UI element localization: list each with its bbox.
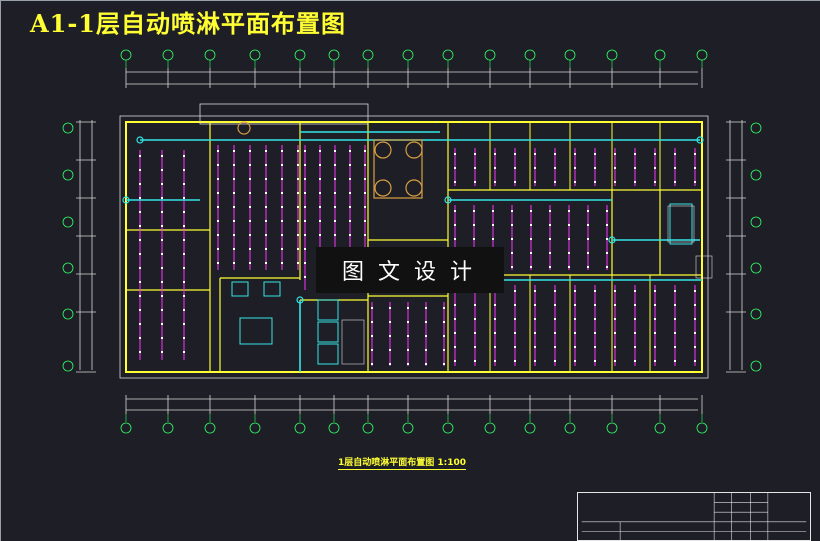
grid-axis-markers-bottom xyxy=(120,414,708,434)
dimension-chain-left xyxy=(76,120,96,373)
dimension-chain-right xyxy=(726,120,746,373)
watermark-banner: 图文设计 xyxy=(316,247,504,293)
grid-axis-markers-left xyxy=(62,122,74,372)
grid-axis-markers-top xyxy=(120,49,708,68)
title-block xyxy=(577,492,811,541)
dimension-chain-bottom xyxy=(125,395,703,414)
drawing-caption: 1层自动喷淋平面布置图 1:100 xyxy=(338,455,467,470)
grid-axis-markers-right xyxy=(750,122,762,372)
dimension-chain-top xyxy=(125,68,703,88)
